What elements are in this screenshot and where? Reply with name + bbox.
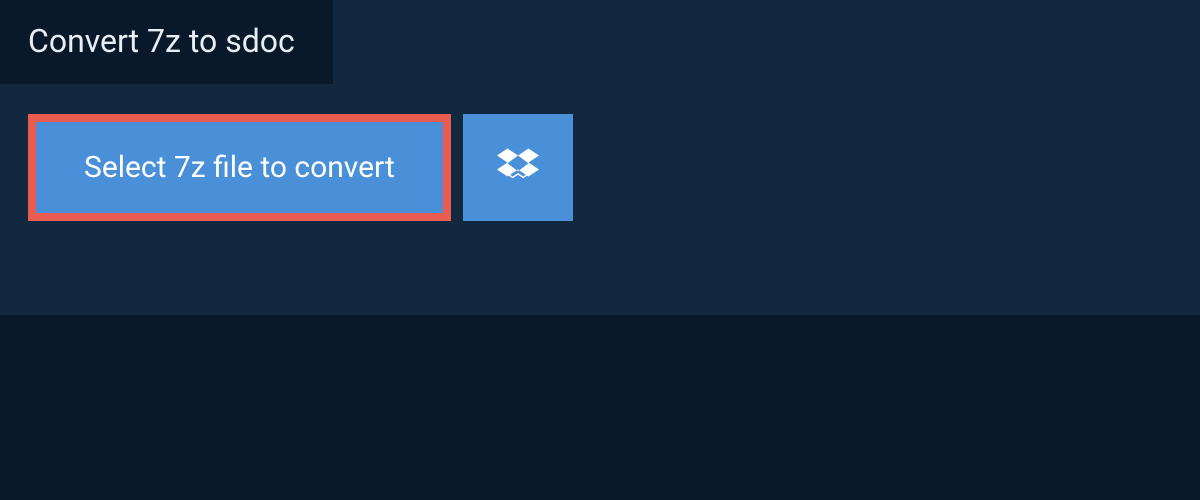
dropbox-button[interactable] xyxy=(463,114,573,221)
converter-panel: Convert 7z to sdoc Select 7z file to con… xyxy=(0,0,1200,315)
page-title: Convert 7z to sdoc xyxy=(0,0,333,84)
select-file-button[interactable]: Select 7z file to convert xyxy=(28,114,451,221)
select-file-label: Select 7z file to convert xyxy=(84,150,395,185)
dropbox-icon xyxy=(497,145,539,190)
action-area: Select 7z file to convert xyxy=(0,84,1200,251)
